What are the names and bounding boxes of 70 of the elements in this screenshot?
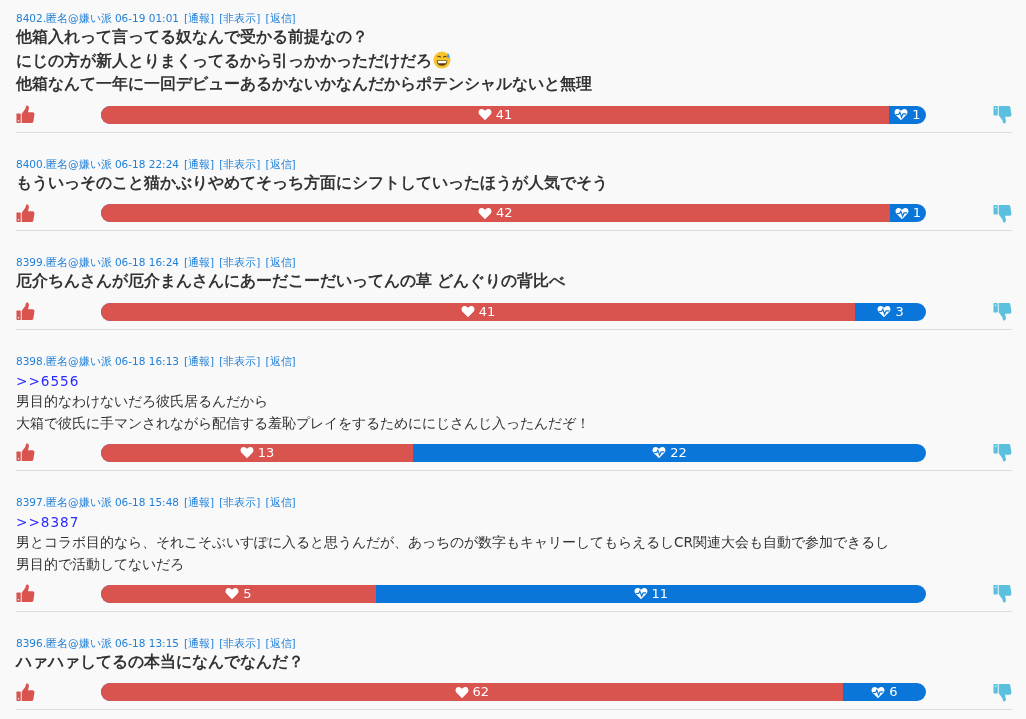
comment-text: にじの方が新人とりまくってるから引っかかっただけだろ [16,49,432,72]
post-meta: 8396.匿名@嫌い派 06-18 13:15 [16,635,179,650]
reply-anchor-link[interactable]: >>8387 [16,512,80,531]
comment-text: 他箱入れって言ってる奴なんで受かる前提なの？ [16,26,368,48]
post-action-link[interactable]: [返信] [265,156,296,171]
post-action-link[interactable]: [通報] [184,255,215,269]
heart-icon [225,587,240,600]
post-action-link[interactable]: [非表示] [219,255,261,269]
heart-icon [239,446,254,459]
comment-text: 男とコラボ目的なら、それこそぶいすぽに入ると思うんだが、あっちのが数字もキャリーしてもらえるしCR関連大会も自動で参加できるし [16,532,889,552]
post-action-link[interactable]: [非表示] [219,635,261,650]
comment-text: 男目的なわけないだろ彼氏居るんだから [16,391,268,411]
thumbs-down-icon[interactable] [993,203,1012,223]
post-action-link[interactable]: [通報] [184,156,215,171]
heartbeat-icon [652,446,667,459]
post-action-link[interactable]: [非表示] [219,353,261,368]
post-action-link[interactable]: [非表示] [219,11,261,25]
post-meta: 8399.匿名@嫌い派 06-18 16:24 [16,255,179,269]
post-action-link[interactable]: [返信] [265,635,296,650]
heart-icon [477,108,492,121]
thumbs-down-icon[interactable] [993,302,1012,321]
post-action-link[interactable]: [返信] [265,353,296,368]
thumbs-down-icon[interactable] [993,682,1012,702]
thumbs-up-icon[interactable] [16,105,35,124]
like-count: 13 [257,444,275,461]
post-action-link[interactable]: [通報] [184,353,215,368]
dislike-count: 11 [651,585,669,602]
like-count: 41 [478,303,496,320]
thumbs-down-icon[interactable] [993,105,1012,124]
dislike-count: 1 [912,106,921,123]
post-action-link[interactable]: [通報] [184,11,215,25]
post-action-link[interactable]: [通報] [184,635,215,650]
post-meta: 8398.匿名@嫌い派 06-18 16:13 [16,353,179,368]
post-meta: 8397.匿名@嫌い派 06-18 15:48 [16,494,179,509]
heartbeat-icon [894,108,909,121]
dislike-count: 22 [670,444,687,461]
comment-text: 大箱で彼氏に手マンされながら配信する羞恥プレイをするためににじさんじ入ったんだぞ！ [16,413,590,433]
post-action-link[interactable]: [返信] [265,255,296,269]
comment-text: 他箱なんて一年に一回デビューあるかないかなんだからポテンシャルないと無理 [16,73,592,95]
comment-text: 厄介ちんさんが厄介まんさんにあーだこーだいってんの草 どんぐりの背比べ [16,270,566,292]
post-meta: 8402.匿名@嫌い派 06-19 01:01 [16,11,179,25]
like-count: 62 [472,684,490,700]
post-action-link[interactable]: [非表示] [219,156,261,171]
thumbs-down-icon[interactable] [993,443,1012,462]
heart-icon [460,305,475,318]
thumbs-down-icon[interactable] [993,584,1012,603]
dislike-count: 3 [895,303,904,320]
post-action-link[interactable]: [返信] [265,11,296,25]
heart-icon [478,206,493,220]
thumbs-up-icon[interactable] [16,443,35,462]
thumbs-up-icon[interactable] [16,302,35,321]
heartbeat-icon [877,305,892,318]
post-action-link[interactable]: [非表示] [219,494,261,509]
dislike-count: 1 [912,205,921,221]
post-action-link[interactable]: [通報] [184,494,215,509]
post-action-link[interactable]: [返信] [265,494,296,509]
post-meta: 8400.匿名@嫌い派 06-18 22:24 [16,156,179,171]
heartbeat-icon [633,587,648,600]
comment-text: 男目的で活動してないだろ [16,554,184,574]
like-count: 42 [496,205,513,221]
comment-text: ハァハァしてるの本当になんでなんだ？ [16,650,304,673]
thumbs-up-icon[interactable] [16,682,35,702]
reply-anchor-link[interactable]: >>6556 [16,371,80,390]
like-count: 5 [243,585,252,602]
like-count: 41 [495,106,513,123]
comment-text: もういっそのこと猫かぶりやめてそっち方面にシフトしていったほうが人気でそう [16,171,608,194]
thumbs-up-icon[interactable] [16,584,35,603]
dislike-count: 6 [889,684,898,700]
thumbs-up-icon[interactable] [16,203,35,223]
heart-icon [454,685,469,699]
